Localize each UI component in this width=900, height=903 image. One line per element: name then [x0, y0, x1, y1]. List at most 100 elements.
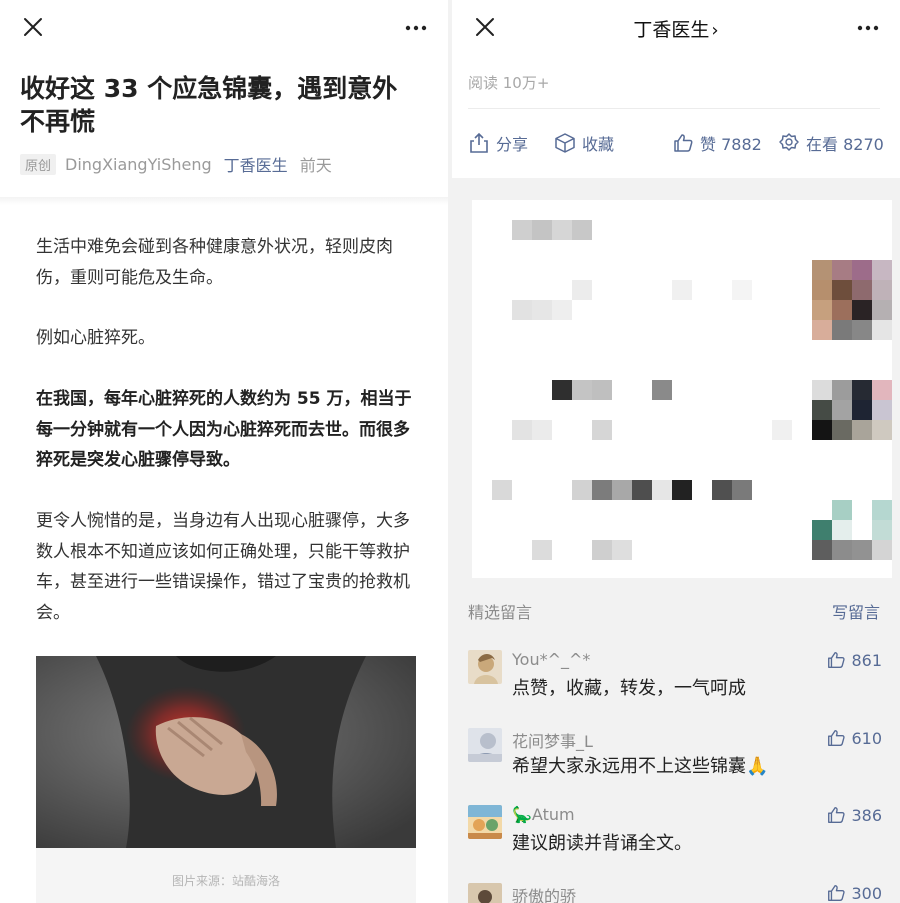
article-paragraph: 生活中难免会碰到各种健康意外状况，轻则皮肉伤，重则可能危及生命。 [36, 237, 393, 288]
thumbs-up-icon [828, 652, 846, 668]
comment-like-button[interactable]: 386 [826, 805, 882, 825]
action-bar: 分享 收藏 赞 7882 在看 8270 [468, 128, 884, 158]
article-paragraph: 更令人惋惜的是，当身边有人出现心脏骤停，大多数人根本不知道应该如何正确处理，只能… [36, 511, 410, 623]
close-icon[interactable] [22, 16, 44, 38]
share-icon [470, 132, 488, 153]
image-caption: 图片来源：站酷海洛 [171, 874, 280, 888]
mosaic-block [812, 380, 832, 400]
write-comment-link[interactable]: 写留言 [832, 599, 880, 623]
mosaic-block [552, 380, 572, 400]
collect-icon [555, 133, 575, 153]
publish-time: 前天 [299, 156, 332, 175]
mosaic-block [512, 220, 532, 240]
comment-text: 建议朗读并背诵全文。 [512, 833, 692, 854]
mosaic-block [872, 420, 892, 440]
mosaic-block [532, 220, 552, 240]
comment-like-button[interactable]: 861 [826, 650, 882, 670]
mosaic-block [872, 380, 892, 400]
collect-label: 收藏 [582, 135, 615, 154]
comment-like-button[interactable]: 300 [826, 883, 882, 903]
mosaic-block [732, 480, 752, 500]
blurred-card[interactable] [472, 200, 892, 578]
mosaic-block [652, 380, 672, 400]
comment-item: 花间梦事_L 希望大家永远用不上这些锦囊🙏 610 [468, 728, 882, 788]
thumbs-up-icon [828, 807, 846, 823]
mosaic-block [512, 300, 532, 320]
mosaic-block [812, 260, 832, 280]
thumbs-up-icon [674, 134, 693, 152]
avatar[interactable] [468, 883, 502, 903]
mosaic-block [832, 540, 852, 560]
mosaic-block [832, 420, 852, 440]
avatar[interactable] [468, 805, 502, 839]
mosaic-block [812, 320, 832, 340]
mosaic-block [832, 260, 852, 280]
mosaic-block [832, 400, 852, 420]
share-label: 分享 [496, 135, 529, 154]
mosaic-block [572, 380, 592, 400]
comment-like-count: 861 [851, 650, 882, 670]
comment-like-count: 610 [851, 728, 882, 748]
mosaic-block [832, 300, 852, 320]
mosaic-block [552, 300, 572, 320]
divider [468, 108, 880, 109]
account-title-text: 丁香医生 [633, 19, 710, 41]
collect-button[interactable]: 收藏 [554, 128, 614, 158]
mosaic-block [532, 420, 552, 440]
comments-title: 精选留言 [468, 603, 533, 622]
mosaic-block [852, 420, 872, 440]
mosaic-block [852, 540, 872, 560]
mosaic-block [532, 300, 552, 320]
avatar[interactable] [468, 650, 502, 684]
commenter-name: You*^_^* [512, 650, 591, 669]
watching-count: 在看 8270 [806, 135, 884, 154]
comment-like-count: 386 [851, 805, 882, 825]
like-button[interactable]: 赞 7882 [672, 128, 762, 158]
mosaic-block [552, 220, 572, 240]
mosaic-block [872, 520, 892, 540]
mosaic-block [532, 540, 552, 560]
comment-like-button[interactable]: 610 [826, 728, 882, 748]
mosaic-block [572, 280, 592, 300]
mosaic-block [832, 500, 852, 520]
more-icon[interactable] [854, 14, 882, 38]
account-title[interactable]: 丁香医生 › [452, 15, 900, 42]
comment-item: 骄傲的骄 300 [468, 883, 882, 903]
comment-text: 希望大家永远用不上这些锦囊🙏 [512, 756, 769, 777]
avatar[interactable] [468, 728, 502, 762]
header-divider [0, 197, 448, 205]
share-button[interactable]: 分享 [468, 128, 528, 158]
mosaic-block [812, 300, 832, 320]
comment-like-count: 300 [851, 883, 882, 903]
commenter-name: 🦕Atum [512, 805, 575, 824]
more-icon[interactable] [402, 14, 430, 38]
mosaic-block [572, 480, 592, 500]
mosaic-block [732, 280, 752, 300]
mosaic-block [872, 540, 892, 560]
thumbs-up-icon [828, 730, 846, 746]
watching-button[interactable]: 在看 8270 [778, 128, 884, 158]
chevron-right-icon: › [711, 20, 719, 41]
mosaic-block [812, 280, 832, 300]
article-image[interactable] [36, 656, 416, 848]
mosaic-block [772, 420, 792, 440]
account-link[interactable]: 丁香医生 [224, 152, 288, 176]
mosaic-block [852, 400, 872, 420]
mosaic-block [872, 300, 892, 320]
like-count: 赞 7882 [700, 135, 762, 154]
mosaic-block [852, 280, 872, 300]
mosaic-block [852, 300, 872, 320]
mosaic-block [812, 400, 832, 420]
mosaic-block [672, 480, 692, 500]
mosaic-block [592, 380, 612, 400]
commenter-name: 花间梦事_L [512, 732, 593, 751]
mosaic-block [492, 480, 512, 500]
watching-icon [779, 133, 799, 151]
mosaic-block [512, 420, 532, 440]
mosaic-block [872, 400, 892, 420]
mosaic-block [632, 480, 652, 500]
mosaic-block [612, 540, 632, 560]
article-paragraph: 例如心脏猝死。 [36, 328, 155, 348]
right-top-bar: 丁香医生 › [452, 0, 900, 54]
thumbs-up-icon [828, 885, 846, 901]
